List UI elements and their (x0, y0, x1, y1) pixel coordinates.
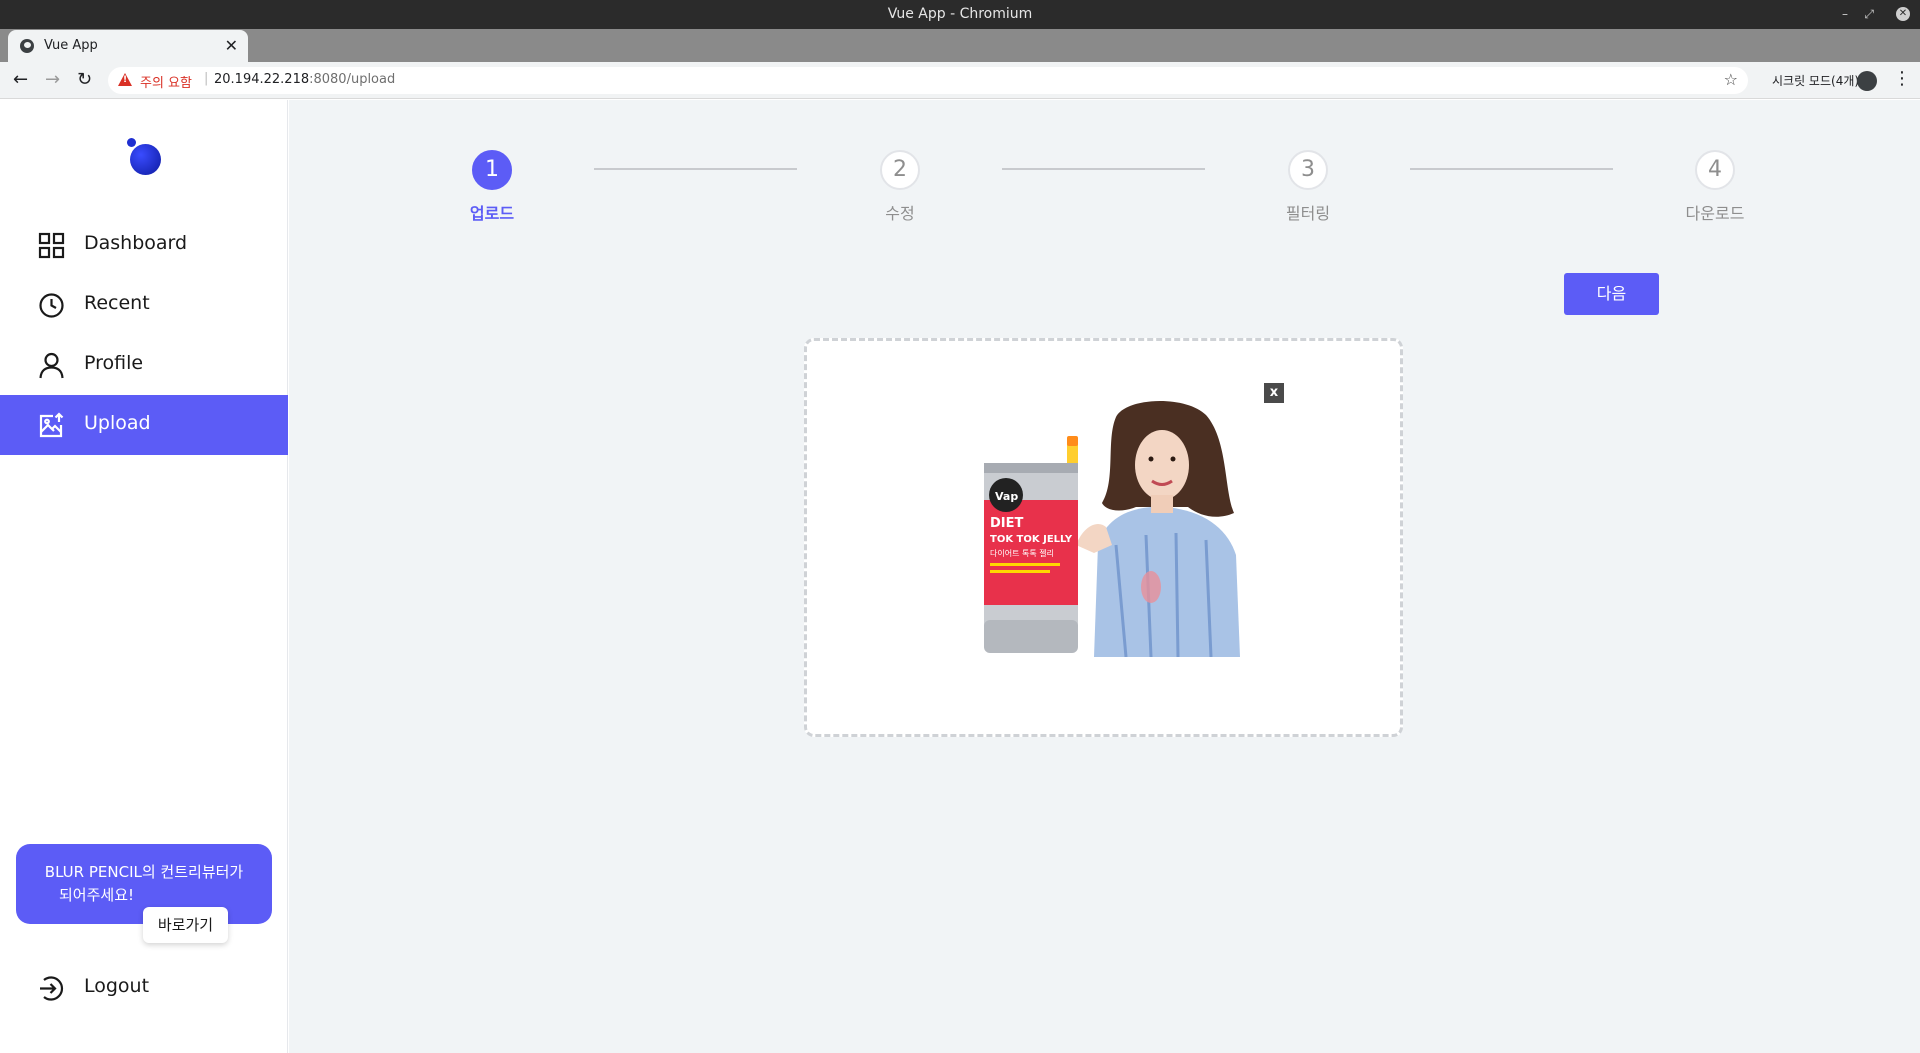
close-window-icon[interactable]: ✕ (1896, 7, 1910, 21)
step-number: 4 (1695, 150, 1735, 190)
canister-title-1: DIET (990, 516, 1024, 531)
grid-icon (38, 232, 65, 259)
step-number: 2 (880, 150, 920, 190)
incognito-label[interactable]: 시크릿 모드(4개) (1772, 72, 1859, 89)
step-upload[interactable]: 1 업로드 (432, 150, 552, 224)
warning-icon (118, 73, 132, 86)
canister-title-korean: 다이어트 톡톡 젤리 (990, 548, 1054, 558)
step-number: 1 (472, 150, 512, 190)
incognito-icon[interactable] (1857, 71, 1877, 91)
step-label: 다운로드 (1685, 204, 1745, 223)
url-text[interactable]: 20.194.22.218:8080/upload (214, 72, 395, 87)
banner-text-line2: 되어주세요! (59, 886, 135, 904)
go-to-button[interactable]: 바로가기 (143, 907, 228, 943)
back-arrow-icon[interactable]: ← (13, 70, 28, 90)
uploaded-image: Vap DIET TOK TOK JELLY 다이어트 톡톡 젤리 (966, 395, 1270, 657)
sidebar-item-label: Recent (84, 292, 150, 314)
menu-dots-icon[interactable]: ⋮ (1893, 68, 1911, 89)
sidebar-item-profile[interactable]: Profile (0, 335, 288, 395)
remove-image-button[interactable]: x (1264, 383, 1284, 403)
window-titlebar: Vue App - Chromium – ⤢ ✕ (0, 0, 1920, 29)
security-warning[interactable]: 주의 요함 (140, 72, 192, 91)
url-path: :8080/upload (309, 72, 396, 87)
forward-arrow-icon[interactable]: → (45, 70, 60, 90)
divider: | (204, 71, 209, 86)
tab-strip: Vue App ✕ + (0, 29, 1920, 85)
tab-close-icon[interactable]: ✕ (225, 36, 238, 55)
window-title: Vue App - Chromium (887, 6, 1033, 22)
logout-icon (40, 976, 64, 1001)
clock-icon (39, 293, 64, 318)
sidebar-item-label: Profile (84, 352, 144, 374)
image-upload-icon (39, 412, 64, 438)
sidebar-item-label: Dashboard (84, 232, 188, 254)
step-connector (594, 168, 797, 170)
sidebar: Dashboard Recent Profile Upload BLUR PEN… (0, 100, 288, 1053)
sidebar-item-label: Upload (84, 412, 151, 434)
browser-toolbar: ← → ↻ 주의 요함 | 20.194.22.218:8080/upload … (0, 62, 1920, 99)
step-connector (1410, 168, 1613, 170)
logo[interactable] (127, 138, 161, 175)
address-bar[interactable]: 주의 요함 | 20.194.22.218:8080/upload ☆ (108, 67, 1748, 94)
sidebar-item-label: Logout (84, 975, 150, 997)
upload-dropzone[interactable]: Vap DIET TOK TOK JELLY 다이어트 톡톡 젤리 x (804, 338, 1403, 737)
tab-title: Vue App (44, 38, 98, 53)
reload-icon[interactable]: ↻ (77, 70, 92, 90)
bookmark-star-icon[interactable]: ☆ (1724, 70, 1738, 89)
sidebar-item-upload[interactable]: Upload (0, 395, 288, 455)
sidebar-item-dashboard[interactable]: Dashboard (0, 215, 288, 275)
next-button[interactable]: 다음 (1564, 273, 1659, 315)
globe-icon (20, 39, 34, 53)
logo-dot-big (130, 144, 161, 175)
step-label: 업로드 (469, 204, 515, 223)
main-content: 1 업로드 2 수정 3 필터링 4 다운로드 다음 Vap DIET TOK … (289, 100, 1920, 1053)
step-filter[interactable]: 3 필터링 (1248, 150, 1368, 224)
banner-text-line1: BLUR PENCIL의 컨트리뷰터가 (44, 863, 244, 881)
step-download[interactable]: 4 다운로드 (1655, 150, 1775, 224)
browser-tab[interactable]: Vue App ✕ (8, 30, 248, 62)
url-host: 20.194.22.218 (214, 72, 310, 87)
step-connector (1002, 168, 1205, 170)
step-label: 수정 (885, 204, 915, 223)
step-edit[interactable]: 2 수정 (840, 150, 960, 224)
canister-brand: Vap (995, 490, 1018, 503)
user-icon (39, 352, 64, 379)
logo-dot-small (127, 138, 136, 147)
step-number: 3 (1288, 150, 1328, 190)
minimize-icon[interactable]: – (1842, 0, 1848, 29)
sidebar-item-logout[interactable]: Logout (0, 958, 288, 1018)
sidebar-item-recent[interactable]: Recent (0, 275, 288, 335)
app-root: Dashboard Recent Profile Upload BLUR PEN… (0, 100, 1920, 1053)
step-label: 필터링 (1285, 204, 1331, 223)
maximize-icon[interactable]: ⤢ (1864, 0, 1874, 29)
canister-title-2: TOK TOK JELLY (990, 534, 1073, 545)
